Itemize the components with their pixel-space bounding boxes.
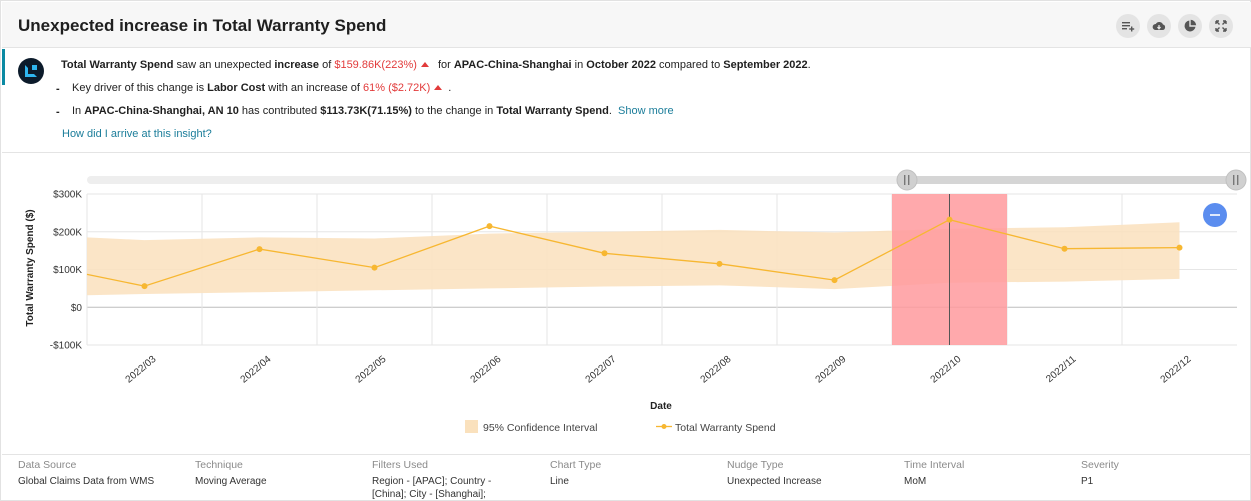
driver-change-value: 61% ($2.72K)	[363, 82, 431, 94]
bullet-marker: -	[56, 83, 60, 95]
x-tick-label: 2022/04	[239, 354, 274, 386]
data-point	[716, 260, 723, 267]
footer-field-value: Global Claims Data from WMS	[18, 476, 155, 487]
metadata-footer: Data Source Global Claims Data from WMS Te…	[2, 454, 1251, 501]
x-tick-label: 2022/09	[814, 354, 849, 386]
insight-headline: Total Warranty Spend saw an unexpected i…	[61, 59, 811, 71]
footer-field-label: Nudge Type	[727, 459, 784, 471]
x-tick-label: 2022/05	[354, 354, 389, 386]
y-tick-label: $0	[71, 303, 83, 314]
bullet-marker: -	[56, 106, 60, 118]
x-tick-label: 2022/10	[929, 354, 964, 386]
x-axis-label: Date	[650, 401, 672, 412]
how-did-i-arrive-link[interactable]: How did I arrive at this insight?	[62, 128, 212, 140]
slider-handle-right[interactable]	[1225, 169, 1247, 191]
change-value: $159.86K(223%)	[334, 59, 417, 71]
accent-bar	[2, 49, 5, 85]
data-point	[486, 223, 493, 230]
y-axis-ticks: $300K $200K $100K $0 -$100K	[50, 190, 83, 352]
legend-swatch-point	[661, 424, 667, 429]
data-point	[371, 264, 378, 271]
footer-field-value: MoM	[904, 476, 927, 487]
legend-label-series: Total Warranty Spend	[675, 422, 776, 434]
footer-field: Time Interval MoM	[904, 459, 1074, 488]
footer-field-label: Filters Used	[372, 459, 429, 471]
cloud-download-icon[interactable]	[1147, 14, 1171, 38]
footer-field-value: Line	[550, 476, 569, 487]
confidence-interval-band	[87, 222, 1180, 296]
x-tick-label: 2022/08	[699, 354, 734, 386]
footer-field-value: Region - [APAC]; Country - [China]; City…	[372, 476, 492, 500]
y-tick-label: $200K	[53, 227, 82, 238]
footer-field-value: Unexpected Increase	[727, 476, 822, 487]
data-point	[1176, 244, 1183, 251]
up-arrow-icon	[420, 62, 429, 68]
footer-field-label: Severity	[1081, 459, 1119, 471]
footer-field: Filters Used Region - [APAC]; Country - […	[372, 459, 542, 501]
footer-field-value: Moving Average	[195, 476, 267, 487]
data-point	[946, 216, 953, 223]
data-point	[141, 283, 148, 290]
fullscreen-icon[interactable]	[1209, 14, 1233, 38]
x-tick-label: 2022/12	[1159, 354, 1194, 386]
y-tick-label: -$100K	[50, 341, 83, 352]
footer-field-value: P1	[1081, 476, 1094, 487]
card-title: Unexpected increase in Total Warranty Sp…	[18, 16, 387, 35]
footer-field-label: Chart Type	[550, 459, 602, 471]
show-more-link[interactable]: Show more	[618, 105, 674, 117]
footer-field: Data Source Global Claims Data from WMS	[18, 459, 188, 488]
contribution-line: In APAC-China-Shanghai, AN 10 has contri…	[72, 105, 674, 117]
chart-legend: 95% Confidence Interval Total Warranty Sp…	[465, 420, 776, 434]
footer-field: Severity P1	[1081, 459, 1251, 488]
y-axis-label: Total Warranty Spend ($)	[25, 209, 36, 326]
key-driver-line: Key driver of this change is Labor Cost …	[72, 82, 452, 94]
insight-summary: Total Warranty Spend saw an unexpected i…	[2, 49, 1251, 153]
confidence-band	[87, 222, 1180, 296]
collapse-button[interactable]	[1203, 203, 1227, 227]
range-slider[interactable]	[87, 169, 1247, 191]
x-tick-label: 2022/07	[584, 354, 619, 386]
footer-field-label: Data Source	[18, 459, 77, 471]
brand-logo	[18, 58, 44, 84]
footer-field-label: Time Interval	[904, 459, 965, 471]
line-chart: $300K$200K$100K$0-$100K 2022/03 2022/04 20…	[25, 169, 1247, 434]
chart-area: $300K $200K $100K $0 -$100K 2022/03 2022/04 20…	[1, 156, 1251, 451]
pie-chart-icon[interactable]	[1178, 14, 1202, 38]
x-axis-ticks: 2022/03 2022/04 2022/05 2022/06 2022/07 2022/…	[124, 354, 1194, 386]
legend-swatch-confidence	[465, 420, 478, 433]
footer-field-label: Technique	[195, 459, 243, 471]
data-point	[1061, 245, 1068, 252]
legend-label-confidence: 95% Confidence Interval	[483, 422, 597, 434]
footer-field: Nudge Type Unexpected Increase	[727, 459, 897, 488]
slider-handle-left[interactable]	[896, 169, 918, 191]
data-point	[831, 277, 838, 284]
slider-selected-range	[907, 176, 1237, 184]
footer-field: Chart Type Line	[550, 459, 720, 488]
add-to-list-icon[interactable]	[1116, 14, 1140, 38]
y-tick-label: $100K	[53, 265, 82, 276]
card-header: Unexpected increase in Total Warranty Sp…	[2, 2, 1251, 48]
highlight-region	[892, 194, 1007, 345]
data-point	[256, 246, 263, 253]
minus-icon	[1210, 214, 1220, 216]
y-tick-label: $300K	[53, 190, 82, 201]
insight-card: Unexpected increase in Total Warranty Sp…	[0, 0, 1251, 501]
x-tick-label: 2022/03	[124, 354, 159, 386]
footer-field: Technique Moving Average	[195, 459, 365, 488]
up-arrow-icon	[434, 85, 443, 91]
x-tick-label: 2022/11	[1044, 354, 1079, 385]
x-tick-label: 2022/06	[469, 354, 504, 386]
data-point	[601, 250, 608, 257]
